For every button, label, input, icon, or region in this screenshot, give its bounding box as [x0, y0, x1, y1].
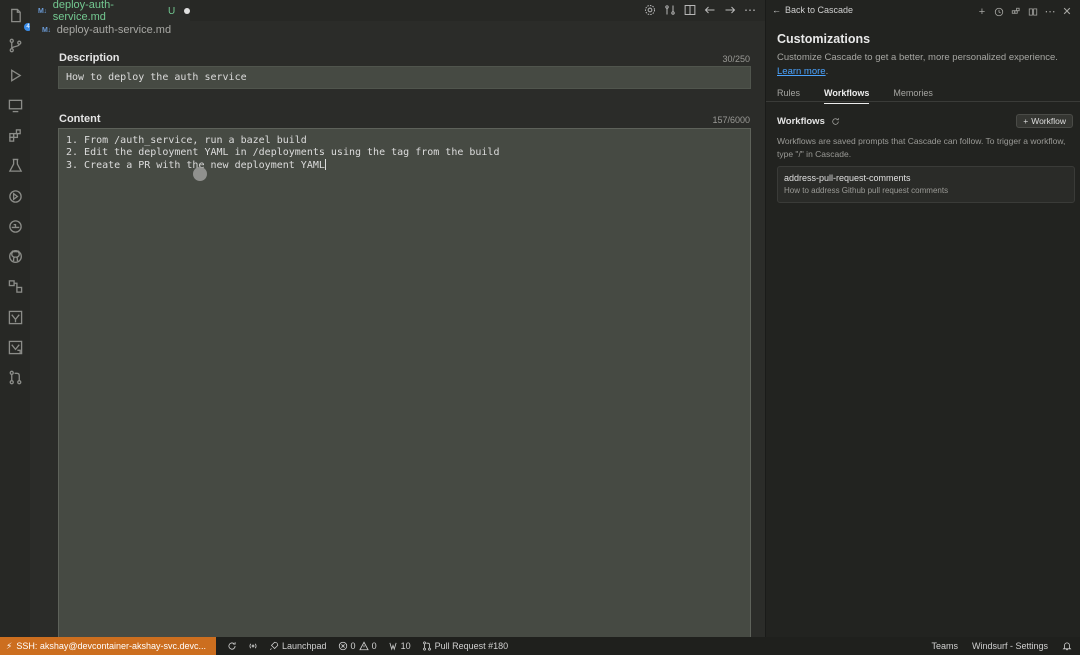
compare-icon[interactable]	[663, 3, 677, 17]
panel-header: ← Back to Cascade + ⋯ ✕	[766, 0, 1080, 24]
panel-title: Customizations	[777, 32, 871, 46]
text-caret	[324, 159, 326, 170]
github-icon[interactable]	[7, 248, 23, 264]
tab-deploy-auth-service[interactable]: M↓ deploy-auth-service.md U	[30, 0, 190, 23]
broadcast-button[interactable]	[248, 641, 258, 651]
editor: M↓ deploy-auth-service.md U ⋯ M↓ deploy-…	[30, 0, 765, 637]
testing-icon[interactable]	[7, 157, 23, 173]
content-line: 1. From /auth_service, run a bazel build	[66, 135, 307, 146]
settings-button[interactable]: Windsurf - Settings	[972, 641, 1048, 651]
more-icon[interactable]: ⋯	[743, 3, 757, 17]
ports-icon	[389, 642, 397, 651]
rocket-icon	[269, 641, 279, 651]
problems-button[interactable]: 0 0	[338, 641, 377, 651]
workflow-item[interactable]: address-pull-request-comments How to add…	[777, 166, 1075, 203]
breadcrumb[interactable]: M↓ deploy-auth-service.md	[42, 22, 171, 38]
remote-icon: ⚡	[6, 640, 13, 651]
docker-icon[interactable]	[7, 218, 23, 234]
markdown-icon: M↓	[42, 26, 51, 34]
period: .	[825, 66, 829, 77]
more-icon[interactable]: ⋯	[1044, 5, 1056, 18]
status-bar: ⚡ SSH: akshay@devcontainer-akshay-svc.de…	[0, 637, 1080, 655]
workflow-name: address-pull-request-comments	[784, 173, 911, 183]
workflows-heading: Workflows	[777, 116, 840, 127]
plus-icon[interactable]: +	[976, 5, 988, 18]
pull-requests-icon[interactable]	[7, 369, 23, 385]
editor-actions: ⋯	[643, 3, 757, 17]
bell-icon[interactable]	[1062, 641, 1072, 651]
add-workflow-button[interactable]: + Workflow	[1016, 114, 1073, 128]
customizations-panel: ← Back to Cascade + ⋯ ✕ Customizations C…	[765, 0, 1080, 637]
sync-icon	[228, 642, 236, 650]
content-textarea[interactable]: 1. From /auth_service, run a bazel build…	[58, 128, 751, 637]
broadcast-icon	[249, 643, 257, 649]
content-count: 157/6000	[712, 115, 750, 125]
history-icon[interactable]	[993, 5, 1005, 18]
remote-indicator[interactable]: ⚡ SSH: akshay@devcontainer-akshay-svc.de…	[0, 637, 216, 655]
warning-count: 0	[371, 641, 377, 651]
refresh-icon[interactable]	[831, 117, 840, 126]
learn-more-link[interactable]: Learn more	[777, 66, 826, 77]
pull-request-icon	[422, 641, 431, 651]
breadcrumb-file[interactable]: deploy-auth-service.md	[57, 24, 171, 36]
error-count: 0	[350, 641, 356, 651]
book-icon[interactable]	[1027, 5, 1039, 18]
source-control-icon[interactable]	[7, 37, 23, 53]
kubernetes-icon[interactable]	[7, 309, 23, 325]
panel-actions: + ⋯ ✕	[976, 5, 1073, 19]
error-icon	[338, 641, 347, 651]
tab-bar: M↓ deploy-auth-service.md U ⋯	[30, 0, 765, 23]
extensions-icon[interactable]	[7, 127, 23, 143]
status-bar-right: Teams Windsurf - Settings	[931, 637, 1072, 655]
kubernetes-alt-icon[interactable]	[7, 339, 23, 355]
ports-button[interactable]: 10	[388, 641, 411, 651]
diagram-icon[interactable]	[7, 278, 23, 294]
warning-icon	[358, 641, 369, 651]
files-icon[interactable]: 4	[7, 7, 32, 31]
gear-icon[interactable]	[643, 3, 657, 17]
mouse-pointer-icon	[193, 167, 207, 181]
markdown-icon: M↓	[38, 7, 47, 15]
description-count: 30/250	[722, 54, 750, 64]
tab-title: deploy-auth-service.md	[52, 0, 114, 23]
workflow-desc: How to address Github pull request comme…	[784, 186, 949, 195]
split-editor-icon[interactable]	[683, 3, 697, 17]
pull-request-button[interactable]: Pull Request #180	[422, 641, 509, 651]
plus-icon: +	[1023, 116, 1029, 126]
remote-explorer-icon[interactable]	[7, 97, 23, 113]
teams-button[interactable]: Teams	[931, 641, 958, 651]
run-debug-icon[interactable]	[7, 67, 23, 83]
arrow-left-icon: ←	[772, 5, 781, 15]
add-workflow-label: Workflow	[1031, 116, 1066, 126]
launchpad-label: Launchpad	[282, 641, 327, 651]
launchpad-button[interactable]: Launchpad	[269, 641, 327, 651]
ports-count: 10	[400, 641, 411, 651]
pull-request-label: Pull Request #180	[434, 641, 509, 651]
panel-subtitle: Customize Cascade to get a better, more …	[777, 51, 1077, 79]
subtitle-text: Customize Cascade to get a better, more …	[777, 52, 1058, 63]
workflows-description: Workflows are saved prompts that Cascade…	[777, 136, 1066, 159]
workflows-heading-text: Workflows	[777, 116, 825, 127]
close-icon[interactable]: ✕	[1061, 5, 1073, 18]
description-input[interactable]: How to deploy the auth service	[58, 66, 751, 89]
description-label: Description	[59, 52, 120, 64]
arrow-right-icon[interactable]	[723, 3, 737, 17]
sync-button[interactable]	[227, 641, 237, 651]
deploy-icon[interactable]	[7, 188, 23, 204]
remote-label: SSH: akshay@devcontainer-akshay-svc.devc…	[16, 641, 207, 651]
content-line: 2. Edit the deployment YAML in /deployme…	[66, 147, 500, 158]
back-to-cascade-button[interactable]: ← Back to Cascade	[772, 5, 853, 15]
tab-status: U	[167, 5, 176, 17]
tabs-divider	[766, 101, 1080, 102]
unsaved-dot-icon[interactable]	[184, 8, 190, 14]
arrow-left-icon[interactable]	[703, 3, 717, 17]
extensions-icon[interactable]	[1010, 5, 1022, 18]
back-label: Back to Cascade	[785, 5, 854, 15]
content-label: Content	[59, 113, 101, 125]
activity-bar: 4	[0, 0, 32, 637]
